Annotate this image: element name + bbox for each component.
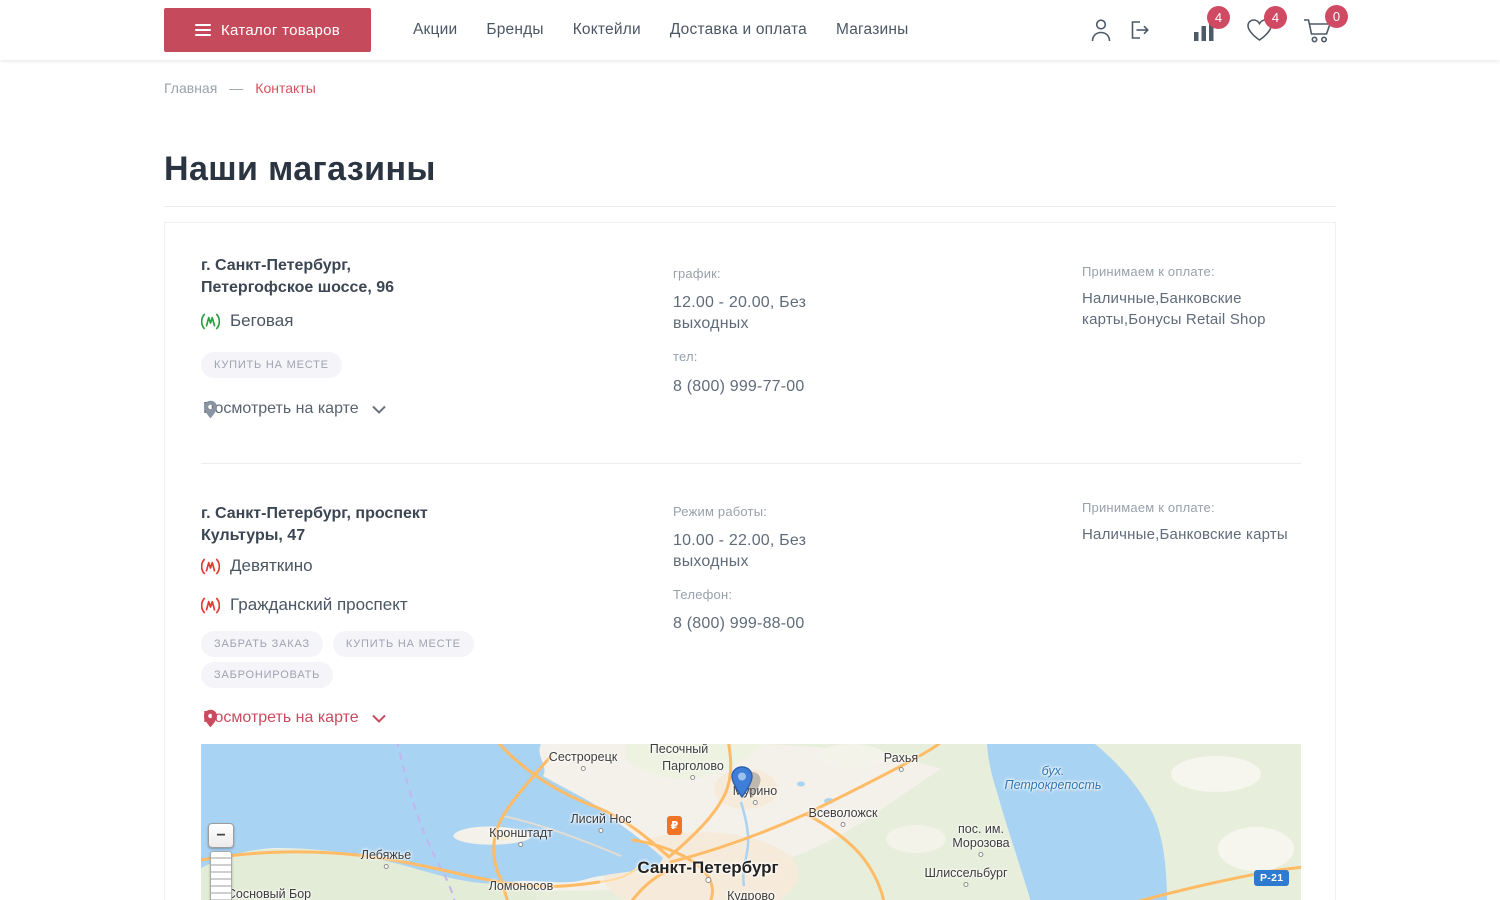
show-on-map-toggle[interactable]: Посмотреть на карте xyxy=(203,709,386,727)
page: Каталог товаров Акции Бренды Коктейли До… xyxy=(0,0,1500,900)
compare-icon[interactable]: 4 xyxy=(1193,18,1216,42)
metro-icon xyxy=(201,313,220,330)
show-on-map-label: Посмотреть на карте xyxy=(203,709,359,727)
catalog-button-label: Каталог товаров xyxy=(221,22,340,39)
cart-icon[interactable]: 0 xyxy=(1303,17,1334,44)
nav-cocktails[interactable]: Коктейли xyxy=(573,21,641,39)
map-canvas[interactable]: Сестрорецк Песочный Парголово Мурино Лис… xyxy=(201,744,1301,900)
store-tags: ЗАБРОНИРОВАТЬ xyxy=(201,662,333,688)
phone-label: тел: xyxy=(673,349,698,364)
header-icons: 4 4 0 xyxy=(1089,0,1334,60)
chevron-down-icon xyxy=(372,405,386,414)
nav-delivery[interactable]: Доставка и оплата xyxy=(670,21,807,39)
store-tags: ЗАБРАТЬ ЗАКАЗ КУПИТЬ НА МЕСТЕ xyxy=(201,631,474,657)
store-address: г. Санкт-Петербург, Петергофское шоссе, … xyxy=(201,255,451,299)
wishlist-count-badge: 4 xyxy=(1264,6,1287,29)
nav-brands[interactable]: Бренды xyxy=(486,21,543,39)
catalog-button[interactable]: Каталог товаров xyxy=(164,8,371,52)
payment-label: Принимаем к оплате: xyxy=(1082,500,1215,515)
schedule-label: график: xyxy=(673,266,721,281)
show-on-map-label: Посмотреть на карте xyxy=(203,400,359,418)
hamburger-icon xyxy=(195,24,211,36)
main-nav: Акции Бренды Коктейли Доставка и оплата … xyxy=(413,0,908,60)
metro-station-name: Гражданский проспект xyxy=(230,595,408,615)
schedule-value: 12.00 - 20.00, Без выходных xyxy=(673,292,823,334)
map-pin-icon xyxy=(203,400,218,419)
title-divider xyxy=(164,206,1336,207)
nav-promotions[interactable]: Акции xyxy=(413,21,457,39)
logout-icon[interactable] xyxy=(1127,18,1151,42)
compare-count-badge: 4 xyxy=(1207,6,1230,29)
store-tag: ЗАБРАТЬ ЗАКАЗ xyxy=(201,631,323,657)
zoom-slider[interactable] xyxy=(210,851,232,900)
metro-station-name: Беговая xyxy=(230,311,293,331)
road-number-badge: Р-21 xyxy=(1254,870,1289,886)
user-icon[interactable] xyxy=(1089,17,1113,43)
metro-station-name: Девяткино xyxy=(230,556,313,576)
payment-value: Наличные,Банковские карты xyxy=(1082,524,1312,545)
metro-station: Гражданский проспект xyxy=(201,595,408,615)
header: Каталог товаров Акции Бренды Коктейли До… xyxy=(0,0,1500,60)
breadcrumb-current: Контакты xyxy=(255,80,315,96)
chevron-down-icon xyxy=(372,714,386,723)
map-pin-icon xyxy=(203,709,218,728)
stores-panel: г. Санкт-Петербург, Петергофское шоссе, … xyxy=(164,222,1336,900)
store-tag: КУПИТЬ НА МЕСТЕ xyxy=(201,352,342,378)
page-title: Наши магазины xyxy=(164,150,436,189)
store-tags: КУПИТЬ НА МЕСТЕ xyxy=(201,352,342,378)
metro-icon xyxy=(201,597,220,614)
store-tag: КУПИТЬ НА МЕСТЕ xyxy=(333,631,474,657)
breadcrumb: Главная — Контакты xyxy=(164,80,316,96)
store-address: г. Санкт-Петербург, проспект Культуры, 4… xyxy=(201,503,446,547)
metro-station: Девяткино xyxy=(201,556,313,576)
store-tag: ЗАБРОНИРОВАТЬ xyxy=(201,662,333,688)
show-on-map-toggle[interactable]: Посмотреть на карте xyxy=(203,400,386,418)
breadcrumb-home[interactable]: Главная xyxy=(164,80,217,96)
store-divider xyxy=(201,463,1301,464)
schedule-label: Режим работы: xyxy=(673,504,767,519)
phone-value[interactable]: 8 (800) 999-88-00 xyxy=(673,613,805,634)
phone-value[interactable]: 8 (800) 999-77-00 xyxy=(673,376,805,397)
payment-value: Наличные,Банковские карты,Бонусы Retail … xyxy=(1082,288,1294,330)
map-zoom-control: − xyxy=(208,823,234,900)
transit-badge: ₽ xyxy=(667,816,682,835)
zoom-out-button[interactable]: − xyxy=(208,823,234,848)
nav-stores[interactable]: Магазины xyxy=(836,21,909,39)
metro-icon xyxy=(201,558,220,575)
store-map-pin[interactable] xyxy=(728,766,766,807)
schedule-value: 10.00 - 22.00, Без выходных xyxy=(673,530,823,572)
breadcrumb-separator: — xyxy=(229,80,243,96)
metro-station: Беговая xyxy=(201,311,293,331)
cart-count-badge: 0 xyxy=(1325,5,1348,28)
wishlist-heart-icon[interactable]: 4 xyxy=(1246,18,1273,42)
payment-label: Принимаем к оплате: xyxy=(1082,264,1215,279)
phone-label: Телефон: xyxy=(673,587,732,602)
